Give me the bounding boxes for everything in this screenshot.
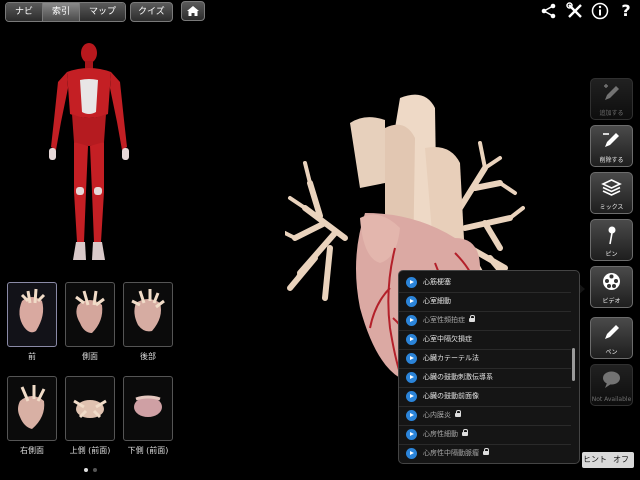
mix-button[interactable]: ミックス — [590, 172, 633, 214]
add-pencil-label: 追加する — [599, 110, 624, 117]
video-item[interactable]: 心室中隔欠損症 — [399, 330, 569, 349]
video-item-locked[interactable]: 心房性中隔動脈瘤 — [399, 444, 569, 463]
tools-icon[interactable] — [566, 2, 584, 20]
video-title: 心房性細動 — [423, 430, 458, 438]
video-title: 心房性中隔動脈瘤 — [423, 449, 479, 457]
comment-button: Not Available — [590, 364, 633, 406]
play-icon — [406, 296, 417, 307]
popup-scrollbar[interactable] — [572, 348, 575, 381]
video-title: 心内膜炎 — [423, 411, 451, 419]
remove-pencil-button[interactable]: 削除する — [590, 125, 633, 167]
heart-thumbnail-icon — [134, 395, 162, 417]
video-item-locked[interactable]: 心内膜炎 — [399, 406, 569, 425]
view-label-back: 後部 — [140, 352, 156, 361]
home-icon — [187, 6, 199, 16]
video-item[interactable]: 心臓の鼓動前面像 — [399, 387, 569, 406]
play-icon — [406, 391, 417, 402]
video-button[interactable]: ビデオ — [590, 266, 633, 308]
page-indicator-dot[interactable] — [93, 468, 97, 472]
hint-label: ヒント — [583, 455, 607, 464]
pencil-add-icon — [604, 84, 619, 100]
hint-state: オフ — [613, 455, 629, 464]
view-thumb-right-side[interactable] — [7, 376, 57, 441]
help-icon[interactable]: ? — [617, 2, 635, 20]
lock-icon — [462, 429, 468, 436]
video-title: 心室中隔欠損症 — [423, 335, 472, 343]
pin-label: ピン — [605, 251, 618, 258]
video-title: 心臓カテーテル法 — [423, 354, 479, 362]
share-icon[interactable] — [540, 2, 558, 20]
heart-thumbnail-icon — [19, 288, 46, 333]
video-item[interactable]: 心臓の鼓動刺激伝導系 — [399, 368, 569, 387]
info-icon[interactable] — [591, 2, 609, 20]
tab-map[interactable]: マップ — [80, 3, 126, 21]
view-thumb-side[interactable] — [65, 282, 115, 347]
video-title: 心室性頻拍症 — [423, 316, 465, 324]
play-icon — [406, 315, 417, 326]
video-label: ビデオ — [602, 298, 621, 305]
video-item-locked[interactable]: 心室性頻拍症 — [399, 311, 569, 330]
hint-toggle[interactable]: ヒント オフ — [582, 452, 634, 468]
pencil-remove-icon — [603, 133, 619, 147]
play-icon — [406, 334, 417, 345]
view-thumb-front[interactable] — [7, 282, 57, 347]
view-thumb-bottom-front[interactable] — [123, 376, 173, 441]
tab-index[interactable]: 索引 — [43, 3, 81, 21]
view-thumb-top-front[interactable] — [65, 376, 115, 441]
play-icon — [406, 372, 417, 383]
video-item[interactable]: 心室細動 — [399, 292, 569, 311]
quiz-button[interactable]: クイズ — [130, 2, 173, 22]
play-icon — [406, 448, 417, 459]
heart-thumbnail-icon — [18, 385, 46, 429]
heart-thumbnail-icon — [73, 399, 107, 419]
not-available-label: Not Available — [591, 396, 632, 403]
video-title: 心筋梗塞 — [423, 278, 451, 286]
pin-button[interactable]: ピン — [590, 219, 633, 261]
video-title: 心臓の鼓動前面像 — [423, 392, 479, 400]
pen-icon — [605, 325, 619, 339]
lock-icon — [469, 315, 475, 322]
video-item[interactable]: 心臓カテーテル法 — [399, 349, 569, 368]
layers-icon — [601, 179, 622, 196]
video-title: 心臓の鼓動刺激伝導系 — [423, 373, 493, 381]
video-item-locked[interactable]: 心房性細動 — [399, 425, 569, 444]
pin-icon — [608, 226, 616, 245]
play-icon — [406, 353, 417, 364]
mix-label: ミックス — [599, 204, 624, 211]
tab-navi[interactable]: ナビ — [6, 3, 44, 21]
play-icon — [406, 410, 417, 421]
speech-bubble-icon — [603, 371, 620, 388]
pen-label: ペン — [605, 349, 618, 356]
body-figure[interactable] — [42, 42, 136, 264]
view-label-bottom-front: 下側 (前面) — [127, 446, 169, 455]
film-reel-icon — [603, 273, 620, 290]
pen-button[interactable]: ペン — [590, 317, 633, 359]
view-thumb-back[interactable] — [123, 282, 173, 347]
lock-icon — [455, 410, 461, 417]
video-title: 心室細動 — [423, 297, 451, 305]
play-icon — [406, 429, 417, 440]
heart-thumbnail-icon — [75, 290, 105, 333]
remove-pencil-label: 削除する — [599, 157, 624, 164]
page-indicator-dot-active[interactable] — [84, 468, 88, 472]
lock-icon — [483, 448, 489, 455]
view-mode-segmented-control: ナビ 索引 マップ — [5, 2, 127, 22]
video-item[interactable]: 心筋梗塞 — [399, 273, 569, 292]
heart-thumbnail-icon — [131, 289, 165, 332]
play-icon — [406, 277, 417, 288]
add-pencil-button[interactable]: 追加する — [590, 78, 633, 120]
video-list-popup: 心筋梗塞 心室細動 心室性頻拍症 心室中隔欠損症 心臓カテーテル法 心臓の鼓動刺… — [398, 270, 580, 464]
home-button[interactable] — [181, 1, 205, 21]
